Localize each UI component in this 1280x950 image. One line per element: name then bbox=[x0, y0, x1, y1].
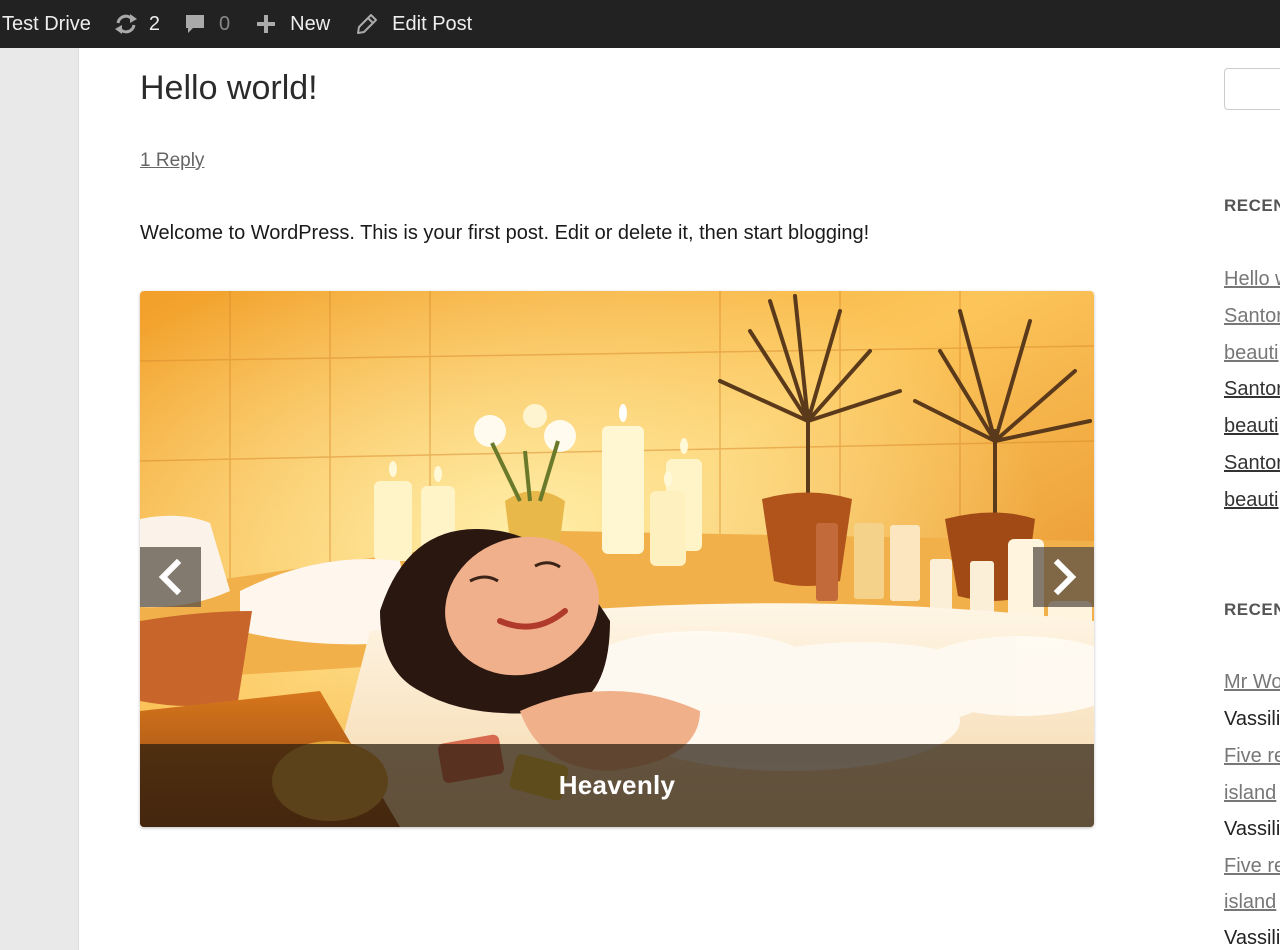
refresh-icon bbox=[114, 14, 137, 34]
site-name-link[interactable]: Test Drive bbox=[0, 0, 91, 48]
new-label: New bbox=[290, 12, 331, 35]
recent-post-link[interactable]: beauti bbox=[1224, 415, 1279, 438]
comment-author-link[interactable]: Mr Wo bbox=[1224, 671, 1280, 694]
comment-author: Vassili bbox=[1224, 927, 1280, 949]
image-slider: Heavenly bbox=[140, 291, 1094, 827]
slider-next-button[interactable] bbox=[1033, 547, 1094, 607]
sidebar-search-input[interactable] bbox=[1224, 68, 1280, 110]
comment-author: Vassili bbox=[1224, 708, 1280, 730]
comment-post-link[interactable]: Five re bbox=[1224, 855, 1280, 878]
plus-icon bbox=[257, 15, 276, 33]
recent-post-link[interactable]: Santor bbox=[1224, 305, 1280, 328]
comments-link[interactable]: 0 bbox=[184, 0, 230, 48]
pencil-icon bbox=[357, 14, 378, 34]
site-name-label: Test Drive bbox=[2, 12, 91, 35]
recent-posts-widget-title: RECENT bbox=[1224, 196, 1280, 215]
chevron-left-icon bbox=[158, 559, 181, 595]
slider-prev-button[interactable] bbox=[140, 547, 201, 607]
updates-count: 2 bbox=[148, 12, 161, 35]
slide-caption: Heavenly bbox=[558, 770, 676, 800]
edit-post-label: Edit Post bbox=[392, 12, 473, 35]
comment-post-link[interactable]: island bbox=[1224, 891, 1276, 914]
recent-post-link[interactable]: Hello w bbox=[1224, 268, 1280, 291]
comments-count: 0 bbox=[219, 12, 231, 35]
left-gutter bbox=[0, 48, 78, 950]
updates-link[interactable]: 2 bbox=[113, 0, 160, 48]
gutter-divider bbox=[78, 48, 79, 950]
new-content-link[interactable]: New bbox=[256, 0, 330, 48]
comment-post-link[interactable]: Five re bbox=[1224, 745, 1280, 768]
reply-link[interactable]: 1 Reply bbox=[140, 150, 204, 172]
recent-comments-widget-title: RECENT bbox=[1224, 600, 1280, 619]
recent-post-link[interactable]: Santor bbox=[1224, 378, 1280, 401]
edit-post-link[interactable]: Edit Post bbox=[356, 0, 472, 48]
admin-bar: Test Drive 2 0 New Edit Post bbox=[0, 0, 1280, 48]
recent-post-link[interactable]: beauti bbox=[1224, 342, 1279, 365]
slide-caption-bar: Heavenly bbox=[140, 744, 1094, 827]
speech-bubble-icon bbox=[186, 15, 205, 33]
recent-post-link[interactable]: Santor bbox=[1224, 452, 1280, 475]
post-title: Hello world! bbox=[140, 69, 318, 107]
post-body: Welcome to WordPress. This is your first… bbox=[140, 222, 870, 244]
recent-post-link[interactable]: beauti bbox=[1224, 489, 1279, 512]
comment-author: Vassili bbox=[1224, 818, 1280, 840]
chevron-right-icon bbox=[1053, 559, 1076, 595]
comment-post-link[interactable]: island bbox=[1224, 782, 1276, 805]
